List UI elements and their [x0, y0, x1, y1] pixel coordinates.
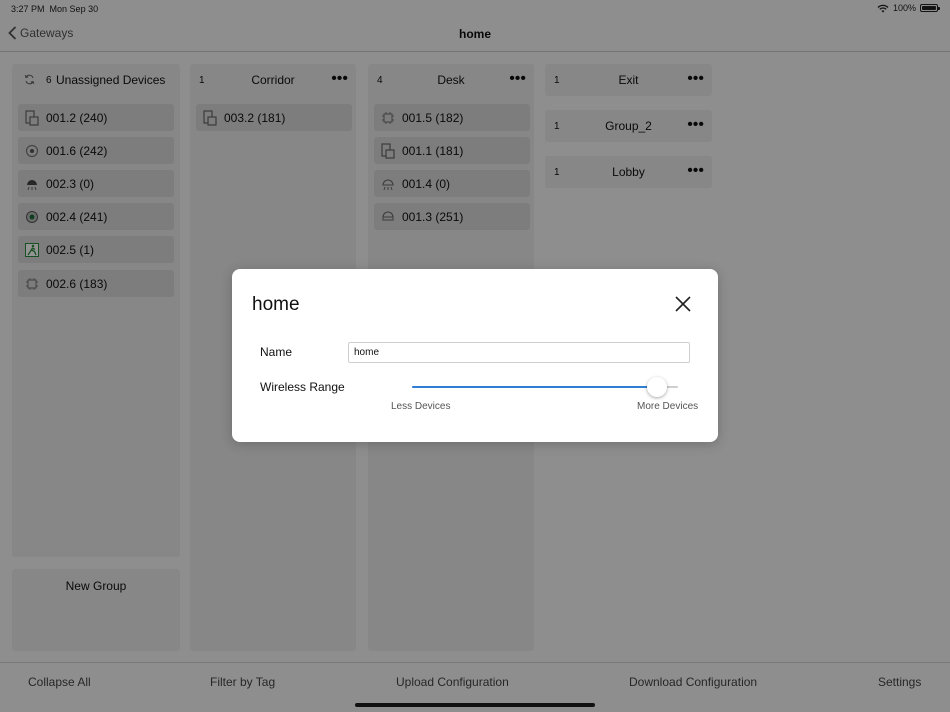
- slider-min-label: Less Devices: [391, 401, 451, 412]
- wireless-range-slider[interactable]: [412, 377, 678, 397]
- dialog-title: home: [252, 294, 300, 315]
- gateway-settings-dialog: home Name Wireless Range Less Devices Mo…: [232, 269, 718, 442]
- name-input[interactable]: [348, 342, 690, 363]
- slider-thumb[interactable]: [646, 377, 667, 397]
- home-indicator: [355, 703, 595, 707]
- name-label: Name: [260, 345, 293, 359]
- wireless-range-label: Wireless Range: [260, 380, 345, 394]
- slider-fill: [412, 386, 657, 388]
- close-icon[interactable]: [673, 294, 693, 314]
- slider-max-label: More Devices: [637, 401, 699, 412]
